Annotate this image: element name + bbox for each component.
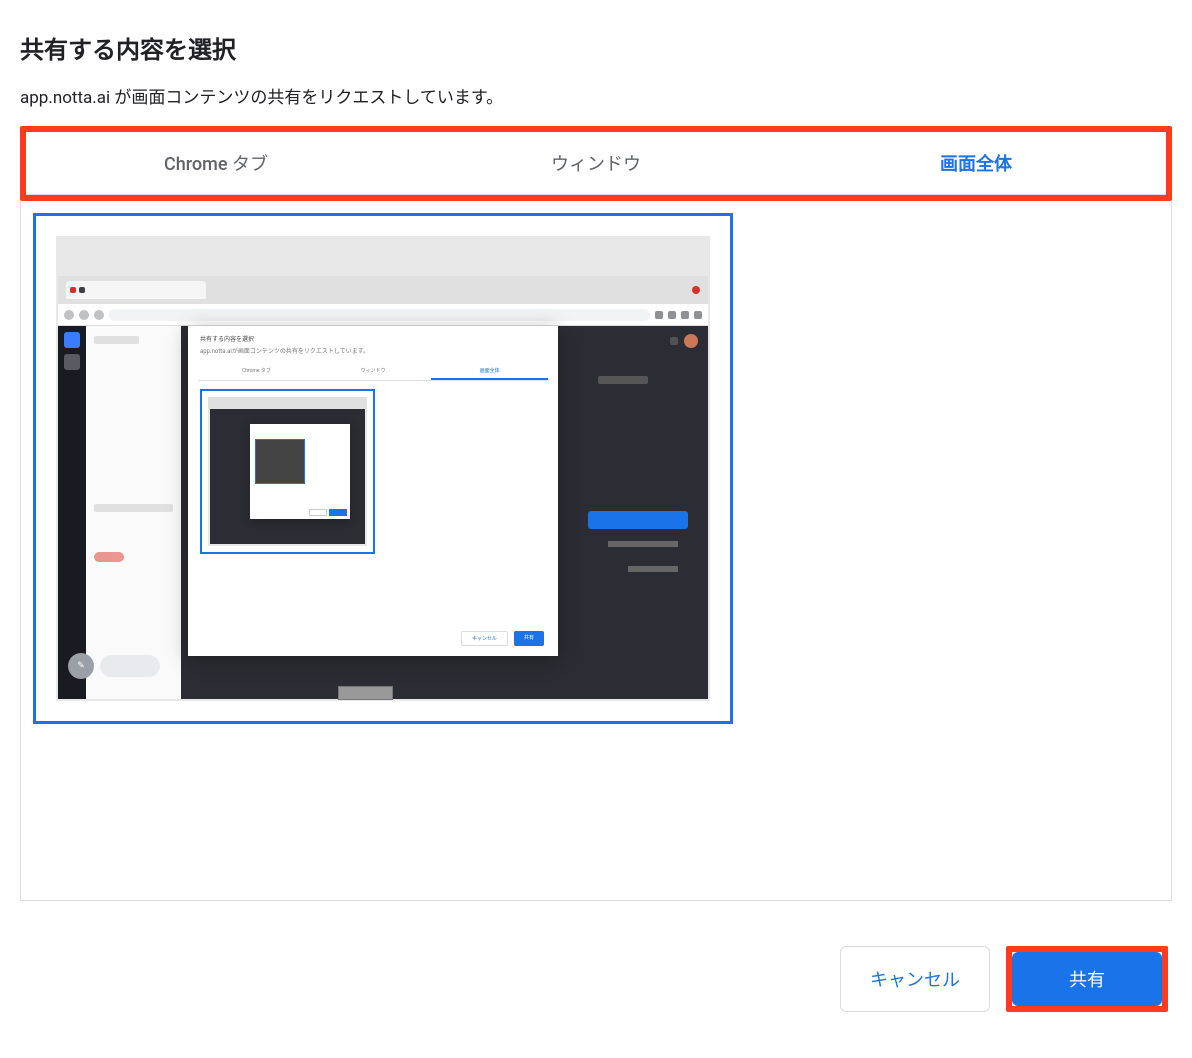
share-source-tabs: Chrome タブ ウィンドウ 画面全体 bbox=[26, 132, 1166, 195]
share-button[interactable]: 共有 bbox=[1012, 952, 1162, 1006]
mock-header-icon bbox=[670, 337, 678, 345]
mock-text-line bbox=[94, 504, 173, 512]
mock-nested-tabs: Chrome タブ ウィンドウ 画面全体 bbox=[198, 363, 548, 381]
mock-favicon-icon bbox=[79, 287, 85, 293]
mock-nested-preview bbox=[208, 397, 367, 546]
mock-text-line bbox=[598, 376, 648, 384]
mock-nested-subtitle-text: app.notta.aiが画面コンテンツの共有をリクエストしています。 bbox=[200, 346, 546, 355]
tabs-highlight-box: Chrome タブ ウィンドウ 画面全体 bbox=[20, 126, 1172, 201]
mock-nested-title-text: 共有する内容を選択 bbox=[200, 334, 546, 343]
mock-nested-tab: Chrome タブ bbox=[198, 363, 315, 380]
dialog-title: 共有する内容を選択 bbox=[20, 30, 1172, 65]
mock-primary-button bbox=[588, 511, 688, 529]
mock-ext-icon bbox=[681, 311, 689, 319]
mock-favicon-icon bbox=[70, 287, 76, 293]
mock-nested-cancel: キャンセル bbox=[461, 631, 508, 646]
mock-header-right bbox=[670, 334, 698, 348]
screen-thumbnail-selected[interactable]: 共有する内容を選択 app.notta.aiが画面コンテンツの共有をリクエストし… bbox=[33, 213, 733, 724]
mock-sidebar-icon bbox=[64, 332, 80, 348]
mock-browser-tabbar bbox=[58, 276, 708, 304]
mock-ext-icon bbox=[668, 311, 676, 319]
dialog-subtitle: app.notta.ai が画面コンテンツの共有をリクエストしています。 bbox=[20, 83, 1172, 108]
mock-menu-icon bbox=[694, 311, 702, 319]
mock-deep-page bbox=[210, 409, 365, 544]
mock-timer-pill bbox=[100, 655, 160, 677]
mock-deep-thumb bbox=[255, 439, 305, 484]
screen-selection-area: 共有する内容を選択 app.notta.aiが画面コンテンツの共有をリクエストし… bbox=[20, 201, 1172, 901]
tab-window[interactable]: ウィンドウ bbox=[406, 132, 786, 195]
mock-nested-tab-active: 画面全体 bbox=[431, 363, 548, 380]
mock-nested-dialog: 共有する内容を選択 app.notta.aiが画面コンテンツの共有をリクエストし… bbox=[188, 326, 558, 656]
mock-deep-tabbar bbox=[208, 397, 367, 409]
mock-ext-icon bbox=[655, 311, 663, 319]
mock-nested-title: 共有する内容を選択 app.notta.aiが画面コンテンツの共有をリクエストし… bbox=[188, 326, 558, 363]
mock-deep-buttons bbox=[309, 509, 347, 516]
mock-forward-icon bbox=[79, 310, 89, 320]
mock-nested-thumbnail bbox=[200, 389, 375, 554]
mock-browser-tab bbox=[66, 281, 206, 299]
mock-browser-toolbar bbox=[58, 304, 708, 326]
dialog-footer: キャンセル 共有 bbox=[20, 946, 1172, 1012]
mock-reload-icon bbox=[94, 310, 104, 320]
mock-floating-controls: ✎ bbox=[68, 653, 160, 679]
mock-text-line bbox=[608, 541, 678, 547]
mock-avatar-icon bbox=[684, 334, 698, 348]
mock-close-icon bbox=[692, 286, 700, 294]
mock-nested-buttons: キャンセル 共有 bbox=[461, 631, 544, 646]
mock-left-panel bbox=[86, 326, 181, 699]
mock-nested-share: 共有 bbox=[514, 631, 544, 646]
mock-page-content: 共有する内容を選択 app.notta.aiが画面コンテンツの共有をリクエストし… bbox=[58, 326, 708, 699]
tab-chrome-tab[interactable]: Chrome タブ bbox=[26, 132, 406, 195]
cancel-button[interactable]: キャンセル bbox=[840, 946, 990, 1012]
mock-url-bar bbox=[109, 309, 650, 321]
mock-record-icon: ✎ bbox=[68, 653, 94, 679]
mock-deep-share bbox=[329, 509, 347, 516]
mock-sharing-indicator bbox=[338, 686, 393, 700]
mock-sidebar bbox=[58, 326, 86, 699]
mock-deep-dialog bbox=[250, 424, 350, 519]
share-button-highlight: 共有 bbox=[1006, 946, 1168, 1012]
mock-deep-cancel bbox=[309, 509, 327, 516]
mock-nested-tab: ウィンドウ bbox=[315, 363, 432, 380]
mock-sidebar-icon bbox=[64, 354, 80, 370]
mock-back-icon bbox=[64, 310, 74, 320]
tab-entire-screen[interactable]: 画面全体 bbox=[786, 132, 1166, 195]
mock-badge bbox=[94, 552, 124, 562]
mock-text-line bbox=[94, 336, 139, 344]
screen-preview: 共有する内容を選択 app.notta.aiが画面コンテンツの共有をリクエストし… bbox=[56, 236, 710, 701]
mock-text-line bbox=[628, 566, 678, 572]
